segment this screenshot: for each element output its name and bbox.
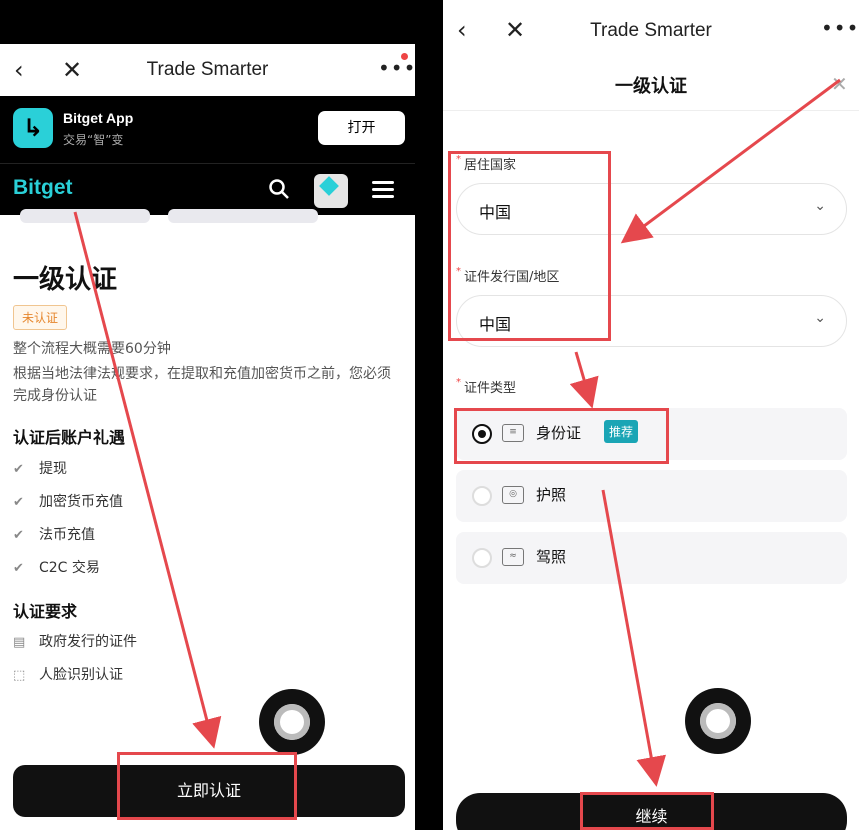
option-label: 驾照 — [536, 548, 567, 566]
check-icon: ✔ — [13, 561, 24, 576]
browser-nav-bar: ‹ ✕ Trade Smarter ••• — [0, 44, 415, 96]
tab-strip-placeholder — [168, 209, 318, 223]
duration-text: 整个流程大概需要60分钟 — [13, 341, 171, 357]
notice-text: 根据当地法律法规要求，在提取和充值加密货币之前，您必须完成身份认证 — [13, 366, 391, 404]
list-item: ✔ 法币充值 — [13, 527, 95, 543]
option-label: 护照 — [536, 486, 567, 504]
doc-type-label: * 证件类型 — [456, 377, 517, 396]
annotation-box-country-fields — [448, 151, 611, 341]
close-sheet-icon[interactable]: ✕ — [831, 72, 848, 96]
site-header: Bitget — [0, 163, 415, 215]
benefits-title: 认证后账户礼遇 — [13, 428, 126, 447]
left-screenshot: ‹ ✕ Trade Smarter ••• ↳ Bitget App 交易“智”… — [0, 0, 415, 830]
check-icon: ✔ — [13, 495, 24, 510]
more-icon[interactable]: ••• — [821, 16, 859, 40]
app-name: Bitget App — [63, 110, 134, 126]
app-subtitle: 交易“智”变 — [63, 133, 124, 147]
bitget-logo[interactable]: Bitget — [13, 176, 73, 200]
doc-option-driver-license[interactable]: ≈ 驾照 — [456, 532, 847, 584]
license-icon: ≈ — [502, 548, 524, 566]
verification-page: 一级认证 未认证 整个流程大概需要60分钟 根据当地法律法规要求，在提取和充值加… — [0, 209, 415, 830]
annotation-box-id-option — [454, 408, 669, 464]
doc-option-passport[interactable]: ◎ 护照 — [456, 470, 847, 522]
radio-unselected[interactable] — [472, 548, 492, 568]
list-item: ✔ C2C 交易 — [13, 560, 100, 576]
avatar[interactable] — [314, 174, 348, 208]
status-badge: 未认证 — [13, 305, 68, 330]
page-title: 一级认证 — [13, 265, 118, 295]
divider — [443, 110, 859, 111]
list-item: ✔ 加密货币充值 — [13, 494, 123, 510]
list-item: ▤ 政府发行的证件 — [13, 634, 137, 650]
nav-title: Trade Smarter — [590, 20, 712, 41]
face-scan-icon: ⬚ — [13, 668, 26, 683]
nav-title: Trade Smarter — [146, 59, 269, 80]
id-card-icon: ▤ — [13, 635, 26, 650]
annotation-box-verify — [117, 752, 297, 820]
floating-assistive-button[interactable] — [685, 688, 751, 754]
list-item: ✔ 提现 — [13, 461, 67, 477]
check-icon: ✔ — [13, 528, 24, 543]
radio-unselected[interactable] — [472, 486, 492, 506]
app-download-banner: ↳ Bitget App 交易“智”变 打开 — [0, 96, 415, 162]
globe-icon: ◎ — [502, 486, 524, 504]
floating-assistive-button[interactable] — [259, 689, 325, 755]
open-app-button[interactable]: 打开 — [318, 111, 405, 145]
bitget-app-icon: ↳ — [13, 108, 53, 148]
chevron-down-icon: ⌄ — [814, 310, 826, 326]
annotation-box-continue — [580, 792, 714, 830]
more-icon[interactable]: ••• — [378, 56, 415, 80]
list-item: ⬚ 人脸识别认证 — [13, 667, 123, 683]
requirements-title: 认证要求 — [13, 602, 78, 621]
sheet-title: 一级认证 — [615, 76, 687, 97]
tab-strip-placeholder — [20, 209, 150, 223]
hamburger-menu-icon[interactable] — [372, 181, 394, 199]
check-icon: ✔ — [13, 462, 24, 477]
chevron-down-icon: ⌄ — [814, 198, 826, 214]
required-mark: * — [456, 377, 461, 388]
search-icon[interactable] — [268, 178, 290, 200]
notification-dot — [401, 53, 408, 60]
